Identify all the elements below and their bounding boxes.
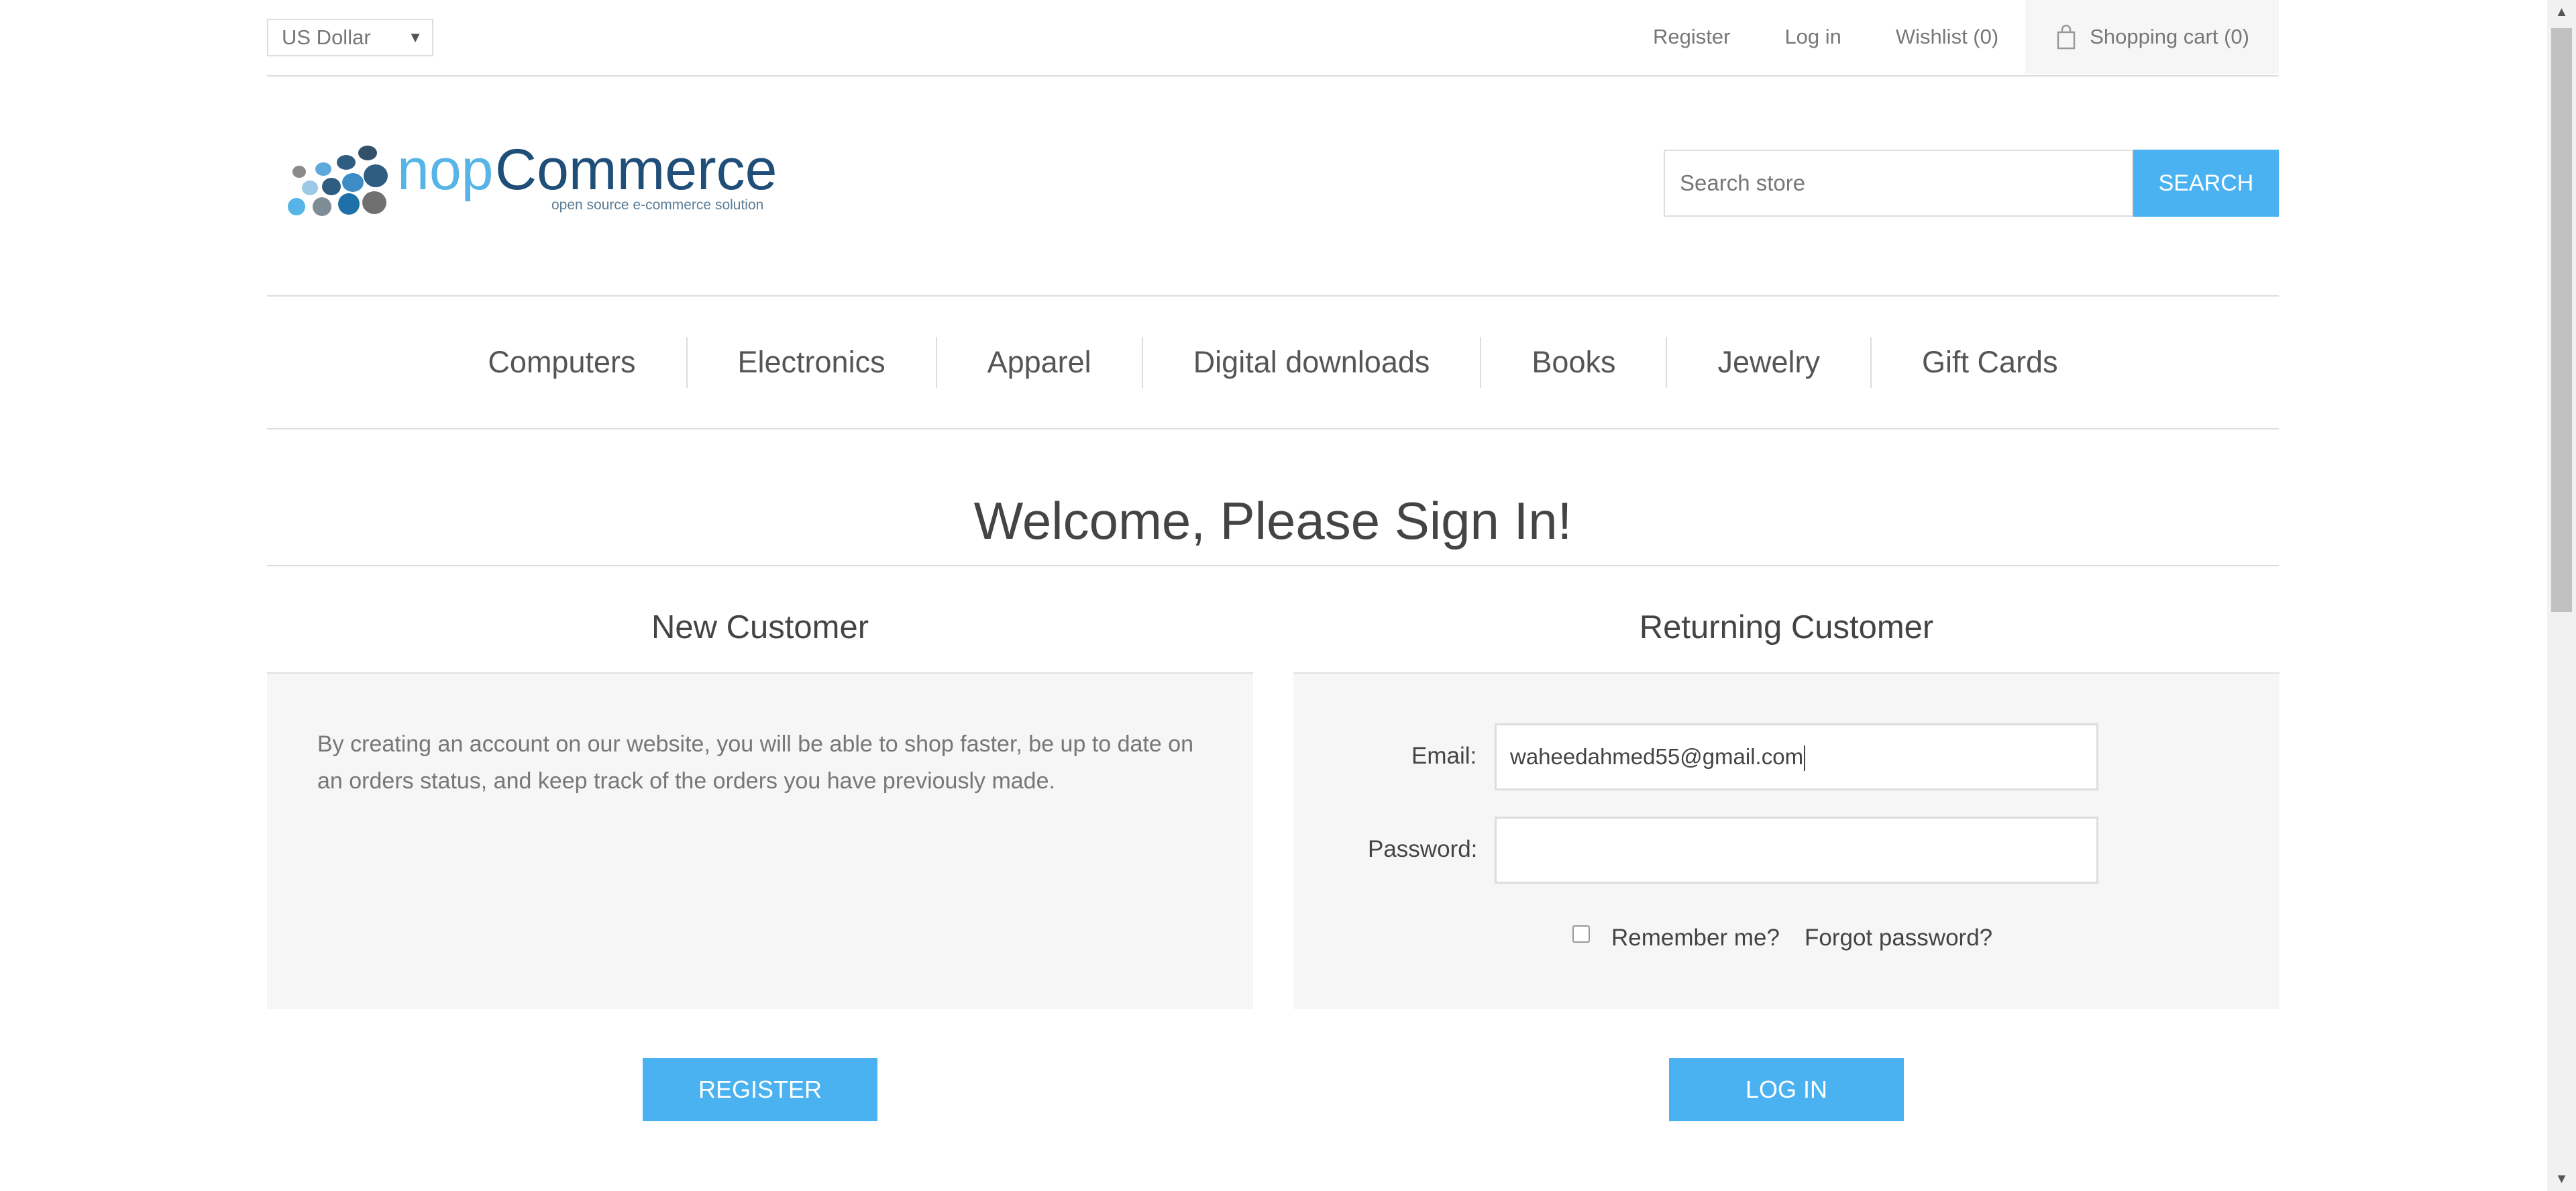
page-title: Welcome, Please Sign In! <box>267 483 2279 566</box>
returning-customer-title: Returning Customer <box>1293 590 2279 674</box>
new-customer-text: By creating an account on our website, y… <box>317 731 1194 794</box>
forgot-password-link[interactable]: Forgot password? <box>1805 925 1992 951</box>
new-customer-title: New Customer <box>267 590 1253 674</box>
shopping-cart-label: Shopping cart (0) <box>2090 25 2249 48</box>
logo-text-nop: nop <box>397 138 494 202</box>
menu-item-digital-downloads[interactable]: Digital downloads <box>1141 337 1481 388</box>
register-button[interactable]: REGISTER <box>643 1058 877 1121</box>
password-label: Password: <box>1368 836 1478 862</box>
remember-me-label[interactable]: Remember me? <box>1611 925 1780 951</box>
scroll-up-icon[interactable]: ▲ <box>2547 0 2576 24</box>
logo-text-commerce: Commerce <box>495 138 777 202</box>
search-input[interactable] <box>1664 150 2133 217</box>
wishlist-link[interactable]: Wishlist (0) <box>1896 25 1998 49</box>
email-label: Email: <box>1411 743 1477 769</box>
login-link[interactable]: Log in <box>1784 25 1841 49</box>
header-links-bar: US Dollar ▼ Register Log in Wishlist (0)… <box>267 0 2279 76</box>
logo-tagline: open source e-commerce solution <box>551 197 763 213</box>
logo-dots <box>288 146 388 216</box>
shopping-cart-link[interactable]: Shopping cart (0) <box>2025 0 2279 74</box>
menu-item-jewelry[interactable]: Jewelry <box>1666 337 1870 388</box>
new-customer-section: New Customer By creating an account on o… <box>267 590 1253 1009</box>
nopcommerce-logo[interactable]: nop Commerce open source e-commerce solu… <box>274 134 784 228</box>
remember-me-checkbox[interactable] <box>1572 925 1590 943</box>
currency-selected: US Dollar <box>282 25 371 49</box>
header-links: Register Log in Wishlist (0) Shopping ca… <box>1653 0 2279 74</box>
search-box: SEARCH <box>1664 150 2279 217</box>
scroll-down-icon[interactable]: ▼ <box>2547 1167 2576 1191</box>
vertical-scrollbar[interactable]: ▲ ▼ <box>2547 0 2576 1191</box>
search-button[interactable]: SEARCH <box>2133 150 2279 217</box>
menu-item-gift-cards[interactable]: Gift Cards <box>1870 337 2108 388</box>
menu-item-books[interactable]: Books <box>1480 337 1666 388</box>
chevron-down-icon: ▼ <box>408 29 423 46</box>
currency-selector[interactable]: US Dollar ▼ <box>267 19 433 56</box>
login-button[interactable]: LOG IN <box>1669 1058 1904 1121</box>
page: US Dollar ▼ Register Log in Wishlist (0)… <box>0 0 2547 1191</box>
shopping-bag-icon <box>2057 24 2076 50</box>
password-field[interactable] <box>1495 817 2098 884</box>
menu-item-apparel[interactable]: Apparel <box>935 337 1142 388</box>
new-customer-box: By creating an account on our website, y… <box>267 674 1253 1009</box>
top-menu: Computers Electronics Apparel Digital do… <box>267 295 2279 429</box>
text-caret <box>1804 745 1806 772</box>
register-link[interactable]: Register <box>1653 25 1730 49</box>
returning-customer-section: Returning Customer <box>1293 590 2279 1009</box>
menu-item-computers[interactable]: Computers <box>437 337 686 388</box>
menu-item-electronics[interactable]: Electronics <box>686 337 936 388</box>
email-field[interactable]: waheedahmed55@gmail.com <box>1495 723 2098 790</box>
scrollbar-thumb[interactable] <box>2551 28 2572 612</box>
email-value: waheedahmed55@gmail.com <box>1510 744 1804 769</box>
